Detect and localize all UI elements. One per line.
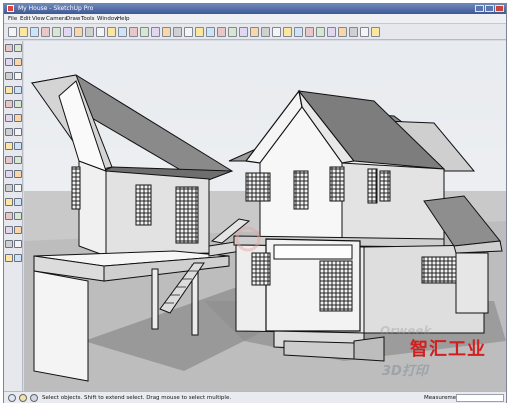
menu-view[interactable]: View (32, 14, 45, 24)
pan-icon[interactable] (14, 198, 22, 206)
sandbox-icon[interactable] (371, 27, 380, 37)
axes-icon[interactable] (5, 184, 13, 192)
components-icon[interactable] (305, 27, 314, 37)
hidden-line-icon[interactable] (239, 27, 248, 37)
cut-icon[interactable] (41, 27, 50, 37)
top-view-icon[interactable] (162, 27, 171, 37)
front-view-icon[interactable] (173, 27, 182, 37)
tape-icon[interactable] (5, 156, 13, 164)
orbit-icon[interactable] (5, 198, 13, 206)
select-icon[interactable] (5, 44, 13, 52)
materials-icon[interactable] (316, 27, 325, 37)
zoom-window-icon[interactable] (14, 212, 22, 220)
layers-icon[interactable] (338, 27, 347, 37)
title-bar: My House - SketchUp Pro (4, 4, 506, 14)
globe-icon[interactable] (140, 27, 149, 37)
offset-icon[interactable] (14, 142, 22, 150)
tools-toolbar (4, 41, 23, 391)
new-icon[interactable] (8, 27, 17, 37)
copy-icon[interactable] (52, 27, 61, 37)
wireframe-icon[interactable] (228, 27, 237, 37)
left-view-icon[interactable] (206, 27, 215, 37)
arc-icon[interactable] (14, 72, 22, 80)
section-plane-icon[interactable] (283, 27, 292, 37)
watermark-sub: 3D打印 (382, 364, 428, 379)
paste-icon[interactable] (63, 27, 72, 37)
scale-icon[interactable] (5, 142, 13, 150)
menu-bar: File Edit View Camera Draw Tools Window … (4, 14, 506, 24)
styles-icon[interactable] (327, 27, 336, 37)
line-icon[interactable] (5, 72, 13, 80)
text-icon[interactable] (14, 170, 22, 178)
shaded-icon[interactable] (250, 27, 259, 37)
main-toolbar (4, 24, 506, 40)
watermark-site: Orweek (380, 324, 432, 338)
print-icon[interactable] (107, 27, 116, 37)
circle-icon[interactable] (14, 86, 22, 94)
menu-window[interactable]: Window (97, 14, 119, 24)
menu-camera[interactable]: Camera (46, 14, 68, 24)
section-cut-icon[interactable] (294, 27, 303, 37)
app-icon (7, 5, 14, 12)
open-icon[interactable] (19, 27, 28, 37)
credits-icon[interactable] (19, 394, 27, 402)
menu-draw[interactable]: Draw (66, 14, 80, 24)
monochrome-icon[interactable] (272, 27, 281, 37)
previous-icon[interactable] (14, 226, 22, 234)
minimize-button[interactable] (475, 5, 484, 12)
rotate-icon[interactable] (5, 128, 13, 136)
lookaround-icon[interactable] (5, 254, 13, 262)
menu-edit[interactable]: Edit (20, 14, 31, 24)
menu-file[interactable]: File (8, 14, 17, 24)
component-icon[interactable] (14, 44, 22, 52)
pushpull-icon[interactable] (14, 114, 22, 122)
window-title: My House - SketchUp Pro (18, 5, 94, 12)
xray-icon[interactable] (217, 27, 226, 37)
move-icon[interactable] (5, 114, 13, 122)
rectangle-icon[interactable] (5, 86, 13, 94)
model-info-icon[interactable] (129, 27, 138, 37)
zoom-extents-icon[interactable] (5, 226, 13, 234)
help-icon[interactable] (30, 394, 38, 402)
undo-icon[interactable] (85, 27, 94, 37)
zoom-icon[interactable] (5, 212, 13, 220)
fog-icon[interactable] (360, 27, 369, 37)
shadows-icon[interactable] (349, 27, 358, 37)
polygon-icon[interactable] (5, 100, 13, 108)
back-view-icon[interactable] (195, 27, 204, 37)
3dtext-icon[interactable] (14, 184, 22, 192)
maximize-button[interactable] (485, 5, 494, 12)
measurements-input[interactable] (456, 394, 504, 402)
save-icon[interactable] (30, 27, 39, 37)
eraser-icon[interactable] (14, 58, 22, 66)
close-button[interactable] (495, 5, 504, 12)
right-view-icon[interactable] (184, 27, 193, 37)
erase-icon[interactable] (74, 27, 83, 37)
redo-icon[interactable] (96, 27, 105, 37)
walk-icon[interactable] (14, 240, 22, 248)
menu-help[interactable]: Help (117, 14, 130, 24)
dimension-icon[interactable] (14, 156, 22, 164)
watermark-main: 智汇工业 (410, 339, 486, 360)
paint-icon[interactable] (5, 58, 13, 66)
section-icon[interactable] (14, 254, 22, 262)
freehand-icon[interactable] (14, 100, 22, 108)
iso-view-icon[interactable] (151, 27, 160, 37)
sketchup-window: My House - SketchUp Pro File Edit View C… (3, 3, 507, 403)
followme-icon[interactable] (14, 128, 22, 136)
status-bar: Select objects. Shift to extend select. … (4, 391, 506, 403)
geo-location-icon[interactable] (8, 394, 16, 402)
protractor-icon[interactable] (5, 170, 13, 178)
user-icon[interactable] (118, 27, 127, 37)
textured-icon[interactable] (261, 27, 270, 37)
status-text: Select objects. Shift to extend select. … (42, 395, 232, 401)
position-camera-icon[interactable] (5, 240, 13, 248)
menu-tools[interactable]: Tools (81, 14, 95, 24)
